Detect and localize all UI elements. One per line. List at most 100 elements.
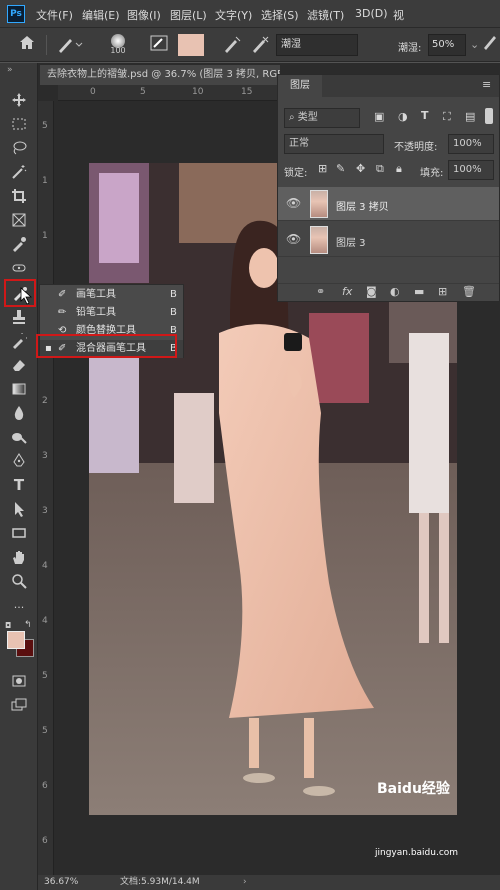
menu-view[interactable]: 视	[393, 7, 404, 23]
lock-pixels-icon[interactable]: ✎	[336, 162, 345, 175]
lock-label: 锁定:	[284, 168, 308, 179]
flyout-item-brush[interactable]: ✐ 画笔工具 B	[40, 286, 183, 304]
screen-mode-icon[interactable]	[9, 695, 29, 715]
new-layer-icon[interactable]: ⊞	[438, 285, 447, 298]
watermark-url: jingyan.baidu.com	[375, 848, 459, 858]
adjustment-filter-icon[interactable]: ◑	[398, 110, 408, 123]
clean-brush-icon[interactable]	[250, 34, 272, 56]
path-select-icon[interactable]	[9, 499, 29, 519]
document-tab[interactable]: 去除衣物上的褶皱.psd @ 36.7% (图层 3 拷贝, RGB/8#)	[40, 65, 280, 85]
status-menu-icon[interactable]: ›	[243, 875, 247, 890]
menu-type[interactable]: 文字(Y)	[215, 7, 252, 23]
eraser-icon[interactable]	[9, 355, 29, 375]
visibility-eye-icon[interactable]: 👁︎	[286, 196, 301, 210]
ruler-label: 3	[42, 451, 48, 461]
menu-filter[interactable]: 滤镜(T)	[307, 7, 344, 23]
panel-menu-icon[interactable]: ≡	[482, 78, 491, 91]
flyout-item-label: 画笔工具	[76, 289, 116, 300]
mouse-cursor-icon	[20, 287, 33, 308]
status-bar: 36.67% 文档:5.93M/14.4M ›	[38, 875, 500, 890]
load-brush-icon[interactable]	[222, 34, 244, 56]
delete-layer-icon[interactable]: 🗑︎	[462, 285, 476, 298]
flyout-item-label: 铅笔工具	[76, 307, 116, 318]
foreground-color-swatch[interactable]	[7, 631, 25, 649]
move-icon[interactable]	[9, 90, 29, 110]
mix-mode-select[interactable]: 潮湿	[276, 34, 358, 56]
new-adjustment-icon[interactable]: ◐	[390, 285, 400, 298]
history-brush-icon[interactable]	[9, 331, 29, 351]
ruler-label: 6	[42, 836, 48, 846]
tool-preset-icon[interactable]	[56, 34, 86, 56]
blur-icon[interactable]	[9, 403, 29, 423]
default-colors-icon[interactable]: ◘	[5, 621, 11, 630]
ruler-label: 4	[42, 561, 48, 571]
marquee-icon[interactable]	[9, 114, 29, 134]
menu-select[interactable]: 选择(S)	[261, 7, 299, 23]
crop-icon[interactable]	[9, 186, 29, 206]
menu-layer[interactable]: 图层(L)	[170, 7, 207, 23]
hand-icon[interactable]	[9, 547, 29, 567]
lock-transparent-icon[interactable]: ⊞	[318, 162, 327, 175]
shape-filter-icon[interactable]: ⛶	[443, 110, 451, 124]
rectangle-icon[interactable]	[9, 523, 29, 543]
layer-row-selected[interactable]: 👁︎ 图层 3 拷贝	[278, 187, 499, 221]
ruler-label: 5	[42, 671, 48, 681]
pen-icon[interactable]	[9, 451, 29, 471]
layer-name[interactable]: 图层 3	[336, 234, 366, 249]
swap-colors-icon[interactable]: ↰	[24, 620, 32, 630]
pixel-filter-icon[interactable]: ▣	[374, 110, 384, 123]
home-icon[interactable]	[18, 34, 40, 56]
opacity-field[interactable]: 100%	[448, 134, 494, 154]
fx-icon[interactable]: fx	[342, 285, 352, 298]
smart-object-filter-icon[interactable]: ▤	[465, 110, 475, 123]
filter-toggle[interactable]	[485, 108, 493, 124]
ruler-label: 1	[42, 231, 48, 241]
layers-tab[interactable]: 图层	[278, 75, 322, 97]
add-mask-icon[interactable]: ◙	[366, 285, 377, 298]
type-filter-icon[interactable]: T	[421, 109, 429, 122]
dodge-icon[interactable]	[9, 427, 29, 447]
ruler-label: 4	[42, 616, 48, 626]
ruler-label: 6	[42, 781, 48, 791]
brush-panel-icon[interactable]	[150, 34, 170, 56]
doc-info[interactable]: 文档:5.93M/14.4M	[120, 875, 200, 890]
visibility-eye-icon[interactable]: 👁︎	[286, 232, 301, 246]
more-options-icon[interactable]	[482, 34, 500, 56]
layer-thumbnail	[310, 226, 328, 254]
type-icon[interactable]: T	[9, 475, 29, 495]
tools-panel: » T ··· ◘ ↰	[0, 63, 38, 890]
link-layers-icon[interactable]: ⚭	[316, 285, 325, 298]
menu-edit[interactable]: 编辑(E)	[82, 7, 120, 23]
lasso-icon[interactable]	[9, 138, 29, 158]
menu-image[interactable]: 图像(I)	[127, 7, 161, 23]
frame-icon[interactable]	[9, 210, 29, 230]
new-group-icon[interactable]: ▬	[414, 285, 424, 298]
lock-all-icon[interactable]: 🔒︎	[396, 162, 402, 176]
spot-heal-icon[interactable]	[9, 258, 29, 278]
wet-dropdown-icon[interactable]: ⌄	[470, 38, 479, 51]
lock-position-icon[interactable]: ✥	[356, 162, 365, 175]
magic-wand-icon[interactable]	[9, 162, 29, 182]
layer-row[interactable]: 👁︎ 图层 3	[278, 223, 499, 257]
more-icon[interactable]: ···	[9, 597, 29, 617]
menu-file[interactable]: 文件(F)	[36, 7, 73, 23]
menu-3d[interactable]: 3D(D)	[355, 7, 388, 20]
collapse-toolbar-icon[interactable]: »	[7, 65, 13, 75]
lock-artboard-icon[interactable]: ⧉	[376, 162, 384, 176]
current-color-swatch[interactable]	[178, 34, 204, 56]
pencil-icon: ✏︎	[58, 307, 67, 318]
blend-mode-select[interactable]: 正常	[284, 134, 384, 154]
brush-size-preview[interactable]: 100	[106, 34, 130, 56]
gradient-icon[interactable]	[9, 379, 29, 399]
fill-field[interactable]: 100%	[448, 160, 494, 180]
brush-icon: ✐	[58, 289, 67, 300]
quick-mask-icon[interactable]	[9, 671, 29, 691]
zoom-level[interactable]: 36.67%	[44, 875, 78, 890]
stamp-icon[interactable]	[9, 307, 29, 327]
layer-name[interactable]: 图层 3 拷贝	[336, 198, 389, 213]
eyedropper-icon[interactable]	[9, 234, 29, 254]
layer-filter-select[interactable]: ⌕ 类型	[284, 108, 360, 128]
zoom-icon[interactable]	[9, 571, 29, 591]
flyout-item-pencil[interactable]: ✏︎ 铅笔工具 B	[40, 304, 183, 322]
wet-value-field[interactable]: 50%	[428, 34, 466, 56]
